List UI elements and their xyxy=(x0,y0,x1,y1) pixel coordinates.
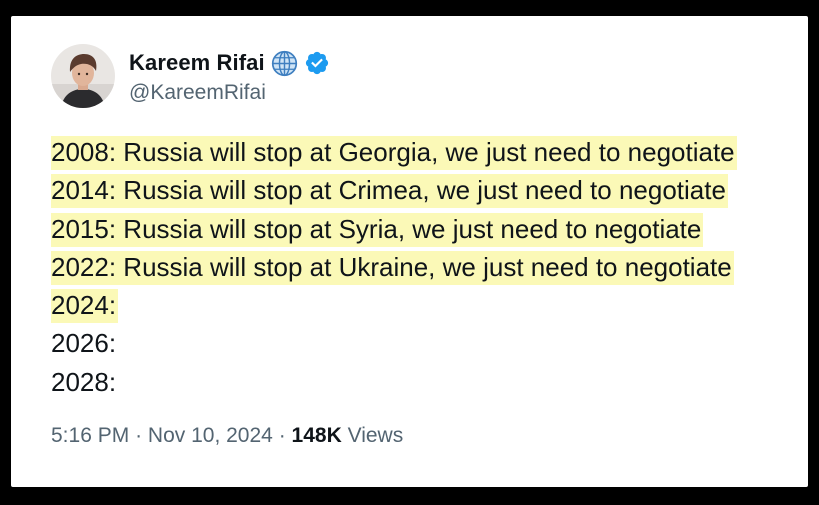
separator: · xyxy=(278,424,286,447)
post-line: 2024: xyxy=(51,286,737,324)
globe-icon[interactable] xyxy=(271,50,298,77)
post-line: 2015: Russia will stop at Syria, we just… xyxy=(51,210,737,248)
post-time[interactable]: 5:16 PM xyxy=(51,424,129,447)
post-line: 2014: Russia will stop at Crimea, we jus… xyxy=(51,171,737,209)
author-names: Kareem Rifai @KareemRifai xyxy=(129,47,330,105)
verified-badge-icon[interactable] xyxy=(304,50,330,76)
separator: · xyxy=(135,424,143,447)
post-line: 2026: xyxy=(51,324,737,362)
views-count[interactable]: 148K xyxy=(292,424,342,447)
avatar[interactable] xyxy=(51,44,115,108)
post-meta: 5:16 PM · Nov 10, 2024 · 148K Views xyxy=(51,424,403,448)
post-line-text: 2028: xyxy=(51,366,117,397)
post-header: Kareem Rifai @KareemRifai xyxy=(51,43,330,109)
author-display-name[interactable]: Kareem Rifai xyxy=(129,50,265,76)
post-text: 2008: Russia will stop at Georgia, we ju… xyxy=(51,133,737,401)
post-line-text: 2022: Russia will stop at Ukraine, we ju… xyxy=(51,250,734,285)
views-label: Views xyxy=(347,424,404,447)
post-line-text: 2015: Russia will stop at Syria, we just… xyxy=(51,212,704,247)
post-line-text: 2026: xyxy=(51,328,117,359)
post-card: Kareem Rifai @KareemRifai 2008: Russia w… xyxy=(11,16,808,487)
post-date[interactable]: Nov 10, 2024 xyxy=(148,424,273,447)
post-line: 2028: xyxy=(51,363,737,401)
post-line: 2022: Russia will stop at Ukraine, we ju… xyxy=(51,248,737,286)
author-handle[interactable]: @KareemRifai xyxy=(129,81,330,105)
post-line-text: 2008: Russia will stop at Georgia, we ju… xyxy=(51,136,737,170)
name-row: Kareem Rifai xyxy=(129,47,330,79)
post-line-text: 2024: xyxy=(51,289,119,324)
post-line-text: 2014: Russia will stop at Crimea, we jus… xyxy=(51,174,728,209)
post-line: 2008: Russia will stop at Georgia, we ju… xyxy=(51,133,737,171)
